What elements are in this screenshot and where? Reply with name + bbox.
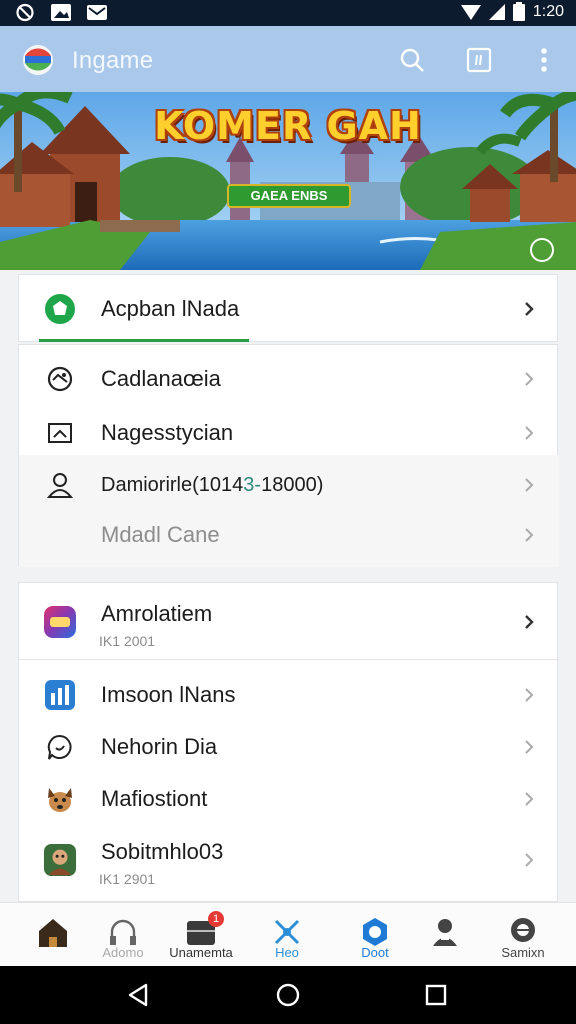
menu-item-label: Sobitmhlo03 xyxy=(101,839,224,864)
back-icon[interactable] xyxy=(124,981,152,1009)
featured-card: Acpban lNada xyxy=(18,274,558,342)
menu-item-mafiostiont[interactable]: Mafiostiont xyxy=(19,773,559,825)
screen-icon xyxy=(466,47,492,73)
tools-icon xyxy=(274,919,300,945)
chevron-right-icon xyxy=(525,302,534,316)
menu-item-cadlanaoia[interactable]: Cadlanaœia xyxy=(19,353,559,405)
menu-item-sobitmhlo03[interactable]: Sobitmhlo03 IK1 2901 xyxy=(19,827,559,893)
nav-label: Heo xyxy=(275,945,299,960)
app-logo-icon xyxy=(23,45,53,75)
chat-bubble-icon xyxy=(43,730,77,764)
status-time: 1:20 xyxy=(532,2,564,20)
menu-item-amrolatiem[interactable]: Amrolatiem IK1 2001 xyxy=(19,589,559,655)
menu-item-featured[interactable]: Acpban lNada xyxy=(19,275,559,343)
system-navigation-bar xyxy=(0,966,576,1024)
menu-item-sub: IK1 2001 xyxy=(99,633,156,649)
search-icon xyxy=(400,48,424,72)
nav-label: Unamemta xyxy=(169,945,233,960)
menu-item-sub: IK1 2901 xyxy=(99,871,156,887)
notification-badge: 1 xyxy=(208,911,224,927)
menu-item-label: Nagesstycian xyxy=(101,420,234,445)
chevron-right-icon xyxy=(525,740,534,754)
more-vert-icon xyxy=(541,48,547,72)
profile-icon xyxy=(433,919,457,946)
menu-item-imsoon-lnans[interactable]: Imsoon lNans xyxy=(19,669,559,721)
no-sim-icon xyxy=(16,3,34,22)
wifi-icon xyxy=(460,4,481,20)
gamepad-icon xyxy=(43,362,77,396)
green-badge-icon xyxy=(43,292,77,326)
menu-group-1: Cadlanaœia Nagesstycian Damiorirle(10143… xyxy=(18,344,559,567)
chevron-right-icon xyxy=(525,853,534,867)
bottom-navigation: Adomo 1 Unamemta Heo Doot Samixn xyxy=(0,902,576,966)
menu-item-label: Nehorin Dia xyxy=(101,734,218,759)
battery-icon xyxy=(512,2,525,21)
mail-icon xyxy=(87,5,107,20)
menu-item-mdadl-cane[interactable]: Mdadl Cane xyxy=(19,509,559,561)
menu-item-label: Acpban lNada xyxy=(101,296,240,321)
chevron-right-icon xyxy=(525,528,534,542)
more-options-button[interactable] xyxy=(530,46,558,74)
nav-adomo[interactable]: Adomo xyxy=(82,903,164,967)
nav-label: Samixn xyxy=(501,945,545,960)
menu-item-label: Damiorirle(10143-18000) xyxy=(101,473,324,496)
menu-item-label: Amrolatiem xyxy=(101,601,213,626)
chevron-right-icon xyxy=(525,615,534,629)
nav-label: Adomo xyxy=(102,945,144,960)
chevron-right-icon xyxy=(525,372,534,386)
banner-badge[interactable]: GAEA ENBS xyxy=(227,184,351,208)
nav-samixn[interactable]: Samixn xyxy=(482,903,564,967)
person-icon xyxy=(43,468,77,502)
nav-heo[interactable]: Heo xyxy=(246,903,328,967)
divider xyxy=(19,659,559,660)
chevron-right-icon xyxy=(525,426,534,440)
active-underline xyxy=(39,339,249,342)
nav-unamemta[interactable]: 1 Unamemta xyxy=(160,903,242,967)
recents-icon[interactable] xyxy=(422,981,450,1009)
signal-icon xyxy=(488,3,505,20)
menu-item-nehorin-dia[interactable]: Nehorin Dia xyxy=(19,721,559,773)
chevron-right-icon xyxy=(525,478,534,492)
game-banner[interactable]: KOMER GAH GAEA ENBS xyxy=(0,92,576,270)
dog-app-icon xyxy=(43,782,77,816)
menu-item-label: Cadlanaœia xyxy=(101,366,221,391)
menu-item-damiorirle[interactable]: Damiorirle(10143-18000) xyxy=(19,459,559,511)
banner-indicator xyxy=(530,238,554,262)
chevron-right-icon xyxy=(525,792,534,806)
settings-circle-icon xyxy=(511,918,535,942)
chart-app-icon xyxy=(43,678,77,712)
menu-item-label: Mafiostiont xyxy=(101,786,208,811)
app-title: Ingame xyxy=(72,47,154,74)
menu-item-label: Imsoon lNans xyxy=(101,682,236,707)
screen-button[interactable] xyxy=(465,46,493,74)
photo-icon xyxy=(51,4,71,21)
app-bar: Ingame xyxy=(0,26,576,92)
colorful-app-icon xyxy=(43,605,77,639)
chevron-right-icon xyxy=(525,688,534,702)
search-button[interactable] xyxy=(398,46,426,74)
menu-item-label: Mdadl Cane xyxy=(101,522,220,547)
headphones-icon xyxy=(110,919,136,945)
home-icon xyxy=(39,919,67,947)
banner-title: KOMER GAH xyxy=(154,104,422,148)
menu-group-2: Amrolatiem IK1 2001 Imsoon lNans Nehorin… xyxy=(18,582,559,902)
nav-profile[interactable] xyxy=(404,903,486,967)
hexagon-icon xyxy=(363,918,387,946)
menu-item-nagesstycian[interactable]: Nagesstycian xyxy=(19,407,559,459)
image-frame-icon xyxy=(43,416,77,450)
home-circle-icon[interactable] xyxy=(274,981,302,1009)
status-bar: 1:20 xyxy=(0,0,576,26)
avatar-app-icon xyxy=(43,843,77,877)
